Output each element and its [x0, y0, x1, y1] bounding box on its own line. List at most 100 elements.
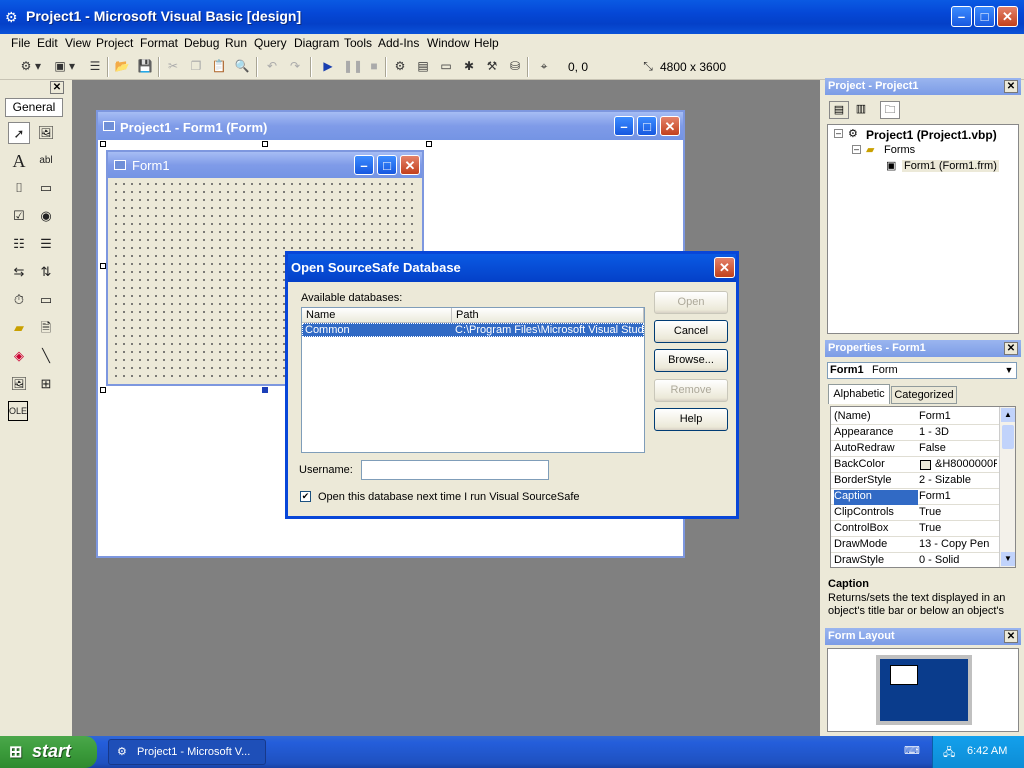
taskbar-item-vb[interactable]: ⚙ Project1 - Microsoft V... — [108, 739, 266, 765]
dialog-titlebar[interactable]: Open SourceSafe Database ✕ — [288, 254, 736, 282]
data-view-icon[interactable]: ⛁ — [507, 58, 523, 74]
view-code-icon[interactable]: ▤ — [829, 101, 849, 119]
menu-debug[interactable]: Debug — [184, 36, 219, 50]
sizing-handle[interactable] — [426, 141, 432, 147]
properties-window-icon[interactable]: ▤ — [415, 58, 431, 74]
undo-icon[interactable]: ↶ — [264, 58, 280, 74]
menu-editor-icon[interactable]: ☰ — [87, 58, 103, 74]
sizing-handle[interactable] — [100, 387, 106, 393]
hscrollbar-icon[interactable]: ⇆ — [8, 261, 30, 283]
pointer-icon[interactable]: ➚ — [8, 122, 30, 144]
find-icon[interactable]: 🔍 — [234, 58, 250, 74]
form-position-preview[interactable] — [890, 665, 918, 685]
column-header-path[interactable]: Path — [452, 308, 644, 323]
line-icon[interactable]: ╲ — [35, 345, 57, 367]
toolbox-icon[interactable]: ⚒ — [484, 58, 500, 74]
chevron-down-icon[interactable]: ▾ — [34, 58, 42, 74]
menu-file[interactable]: File — [11, 36, 30, 50]
sizing-handle[interactable] — [262, 387, 268, 393]
main-titlebar[interactable]: ⚙ Project1 - Microsoft Visual Basic [des… — [0, 0, 1024, 34]
form-layout-close-button[interactable]: ✕ — [1004, 630, 1018, 643]
open-folder-icon[interactable]: 📂 — [114, 58, 130, 74]
clock[interactable]: 6:42 AM — [967, 745, 1007, 757]
tab-alphabetic[interactable]: Alphabetic — [828, 384, 890, 404]
label-icon[interactable]: A — [8, 150, 30, 172]
menu-query[interactable]: Query — [254, 36, 287, 50]
tree-folder-forms[interactable]: Forms — [884, 144, 915, 156]
minimize-button[interactable]: – — [951, 6, 972, 27]
maximize-button[interactable]: □ — [974, 6, 995, 27]
properties-panel-close-button[interactable]: ✕ — [1004, 342, 1018, 355]
menu-format[interactable]: Format — [140, 36, 178, 50]
chevron-down-icon[interactable]: ▾ — [68, 58, 76, 74]
menu-view[interactable]: View — [65, 36, 91, 50]
menu-tools[interactable]: Tools — [344, 36, 372, 50]
table-row[interactable]: DrawMode 13 - Copy Pen — [831, 537, 999, 553]
toggle-folders-icon[interactable]: 🗀 — [880, 101, 900, 119]
dirlistbox-icon[interactable]: ▰ — [8, 317, 30, 339]
stop-icon[interactable]: ■ — [366, 58, 382, 74]
menu-help[interactable]: Help — [474, 36, 499, 50]
sizing-handle[interactable] — [100, 263, 106, 269]
form-designer-minimize-button[interactable]: – — [614, 116, 634, 136]
optionbutton-icon[interactable]: ◉ — [35, 205, 57, 227]
picturebox-icon[interactable]: 🖼 — [35, 122, 57, 144]
shape-icon[interactable]: ◈ — [8, 345, 30, 367]
scroll-thumb[interactable] — [1002, 425, 1014, 449]
filelistbox-icon[interactable]: 🗎 — [35, 317, 57, 339]
open-button[interactable]: Open — [654, 291, 728, 314]
username-input[interactable] — [361, 460, 549, 480]
scroll-down-icon[interactable]: ▼ — [1001, 552, 1015, 566]
properties-scrollbar[interactable]: ▲ ▼ — [999, 407, 1015, 567]
copy-icon[interactable]: ❐ — [188, 58, 204, 74]
drivelistbox-icon[interactable]: ▭ — [35, 289, 57, 311]
remove-button[interactable]: Remove — [654, 379, 728, 402]
vscrollbar-icon[interactable]: ⇅ — [35, 261, 57, 283]
textbox-icon[interactable]: abl — [35, 150, 57, 172]
open-next-time-checkbox[interactable]: ✔ — [300, 491, 311, 502]
cut-icon[interactable]: ✂ — [165, 58, 181, 74]
add-form-icon[interactable]: ▣ — [52, 58, 68, 74]
form-designer-titlebar[interactable]: Project1 - Form1 (Form) – □ ✕ — [98, 112, 683, 140]
data-control-icon[interactable]: ⊞ — [35, 373, 57, 395]
combobox-icon[interactable]: ☷ — [8, 233, 30, 255]
commandbutton-icon[interactable]: ▭ — [35, 177, 57, 199]
scroll-up-icon[interactable]: ▲ — [1001, 408, 1015, 422]
table-row[interactable]: Appearance 1 - 3D — [831, 425, 999, 441]
object-selector[interactable]: Form1 Form ▼ — [827, 362, 1017, 379]
table-row[interactable]: AutoRedraw False — [831, 441, 999, 457]
keyboard-icon[interactable]: ⌨ — [904, 744, 920, 757]
add-project-icon[interactable]: ⚙ — [18, 58, 34, 74]
network-icon[interactable]: 🖧 — [943, 744, 955, 763]
project-explorer-icon[interactable]: ⚙ — [392, 58, 408, 74]
save-icon[interactable]: 💾 — [137, 58, 153, 74]
redo-icon[interactable]: ↷ — [287, 58, 303, 74]
dialog-close-button[interactable]: ✕ — [714, 257, 735, 278]
form-designer-maximize-button[interactable]: □ — [637, 116, 657, 136]
table-row[interactable]: (Name) Form1 — [831, 409, 999, 425]
project-panel-close-button[interactable]: ✕ — [1004, 80, 1018, 93]
menu-project[interactable]: Project — [96, 36, 133, 50]
table-row[interactable]: BackColor &H8000000F — [831, 457, 999, 473]
table-row[interactable]: Common C:\Program Files\Microsoft Visual… — [302, 323, 644, 337]
frame-icon[interactable]: ⌷ — [8, 177, 30, 199]
menu-diagram[interactable]: Diagram — [294, 36, 339, 50]
close-button[interactable]: ✕ — [997, 6, 1018, 27]
tree-project-root[interactable]: Project1 (Project1.vbp) — [866, 128, 997, 142]
break-icon[interactable]: ❚❚ — [343, 58, 363, 74]
tree-item-form1[interactable]: Form1 (Form1.frm) — [902, 160, 999, 172]
browse-button[interactable]: Browse... — [654, 349, 728, 372]
menu-edit[interactable]: Edit — [37, 36, 58, 50]
listbox-icon[interactable]: ☰ — [35, 233, 57, 255]
tab-categorized[interactable]: Categorized — [891, 386, 957, 404]
chevron-down-icon[interactable]: ▼ — [1002, 363, 1016, 378]
toolbox-tab-general[interactable]: General — [5, 98, 63, 117]
databases-list[interactable]: Name Path Common C:\Program Files\Micros… — [301, 307, 645, 453]
start-icon[interactable]: ▶ — [320, 58, 336, 74]
sizing-handle[interactable] — [262, 141, 268, 147]
column-header-name[interactable]: Name — [302, 308, 452, 323]
table-row[interactable]: Caption Form1 — [831, 489, 999, 505]
sizing-handle[interactable] — [100, 141, 106, 147]
table-row[interactable]: BorderStyle 2 - Sizable — [831, 473, 999, 489]
form-designer-close-button[interactable]: ✕ — [660, 116, 680, 136]
